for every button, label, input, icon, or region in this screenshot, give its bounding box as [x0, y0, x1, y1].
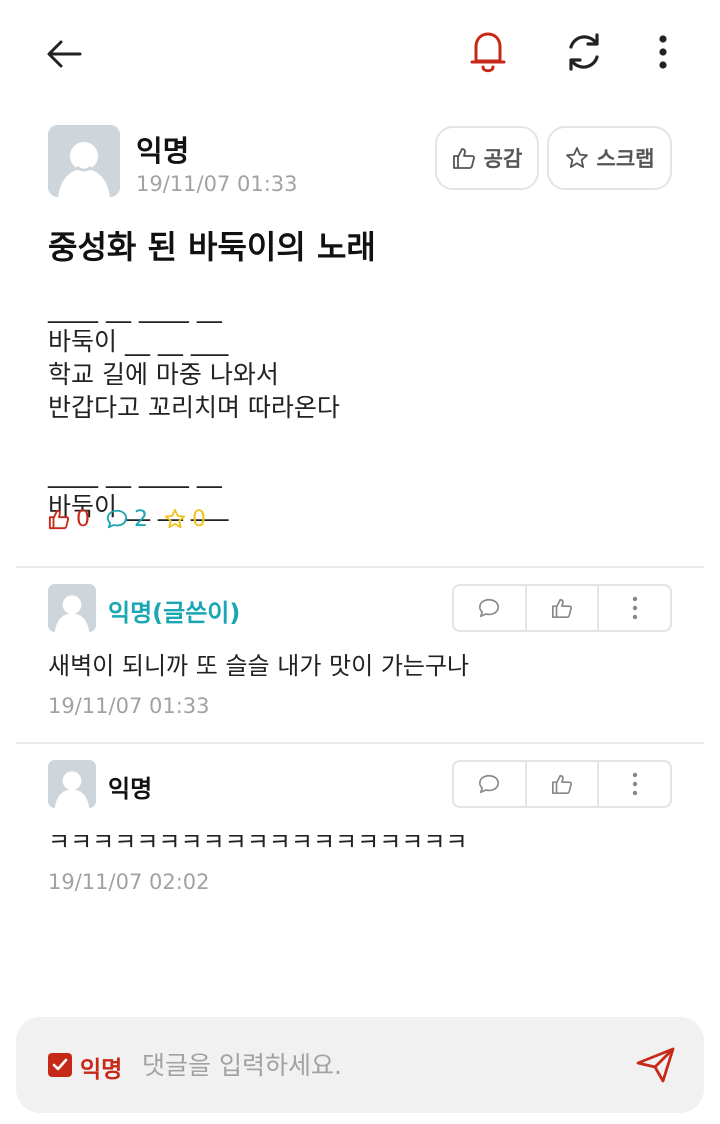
scrap-count-value: 0	[192, 506, 206, 532]
comment-text: ㅋㅋㅋㅋㅋㅋㅋㅋㅋㅋㅋㅋㅋㅋㅋㅋㅋㅋㅋ	[48, 828, 468, 856]
refresh-icon	[569, 33, 599, 71]
default-avatar-icon	[48, 125, 120, 197]
comment-avatar	[48, 760, 96, 808]
anonymous-checkbox[interactable]	[48, 1053, 72, 1077]
back-arrow-icon	[47, 40, 82, 68]
post-body-line: ____ __ ____ __	[48, 459, 222, 488]
post-body-line: ____ __ ____ __	[48, 294, 222, 323]
scrap-count: 0	[164, 507, 206, 532]
author-avatar	[48, 125, 120, 197]
divider	[16, 566, 704, 568]
post-body-line	[48, 424, 688, 457]
comment-actions	[452, 760, 672, 808]
comment-count-value: 2	[134, 506, 148, 532]
divider	[16, 742, 704, 744]
comment-composer: 익명	[16, 1017, 704, 1113]
star-icon	[164, 508, 186, 529]
comment-actions	[452, 584, 672, 632]
comment-bubble-icon	[106, 509, 128, 529]
comment-author-name: 익명(글쓴이)	[108, 599, 241, 627]
reply-button[interactable]	[454, 762, 527, 806]
like-count: 0	[48, 507, 90, 532]
thumbs-up-icon	[48, 509, 70, 530]
send-icon	[636, 1047, 675, 1083]
refresh-button[interactable]	[554, 22, 614, 82]
bell-icon	[470, 32, 506, 73]
scrap-button[interactable]: 스크랩	[547, 126, 672, 190]
comment-avatar	[48, 584, 96, 632]
comment-count: 2	[106, 507, 148, 532]
top-toolbar	[0, 0, 720, 104]
more-options-button[interactable]	[640, 22, 686, 82]
more-vertical-icon	[659, 35, 667, 69]
thumbs-up-icon	[452, 148, 475, 169]
like-button-label: 공감	[483, 147, 523, 171]
comment-text: 새벽이 되니까 또 슬슬 내가 맛이 가는구나	[48, 652, 470, 680]
thumbs-up-icon	[552, 774, 572, 794]
post-body-line: 반갑다고 꼬리치며 따라온다	[48, 393, 340, 422]
post-title: 중성화 된 바둑이의 노래	[48, 228, 376, 266]
anonymous-label[interactable]: 익명	[80, 1050, 122, 1084]
default-avatar-icon	[48, 760, 96, 808]
post-body: ____ __ ____ __ 바둑이 __ __ ___ 학교 길에 마중 나…	[48, 292, 688, 523]
like-count-value: 0	[76, 506, 90, 532]
comment-like-button[interactable]	[527, 762, 600, 806]
more-vertical-icon	[632, 772, 637, 796]
comment-timestamp: 19/11/07 02:02	[48, 870, 210, 894]
comment-bubble-icon	[479, 774, 500, 794]
reply-button[interactable]	[454, 586, 527, 630]
scrap-button-label: 스크랩	[596, 147, 655, 171]
star-icon	[565, 147, 588, 168]
article-page: 익명 19/11/07 01:33 공감 스크랩 중성화 된 바둑이의 노래 _…	[0, 0, 720, 1124]
comment-timestamp: 19/11/07 01:33	[48, 694, 210, 718]
comment-like-button[interactable]	[527, 586, 600, 630]
send-button[interactable]	[630, 1041, 682, 1089]
like-button[interactable]: 공감	[435, 126, 539, 190]
comment-bubble-icon	[479, 598, 500, 618]
comment-input[interactable]	[142, 1043, 612, 1087]
post-timestamp: 19/11/07 01:33	[136, 172, 298, 196]
back-button[interactable]	[36, 26, 92, 82]
notification-button[interactable]	[458, 22, 518, 82]
post-stats: 0 2 0	[48, 504, 222, 534]
comment-more-button[interactable]	[599, 586, 670, 630]
comment-more-button[interactable]	[599, 762, 670, 806]
thumbs-up-icon	[552, 598, 572, 618]
post-author-name: 익명	[136, 134, 190, 168]
checkmark-icon	[52, 1058, 68, 1071]
more-vertical-icon	[632, 596, 637, 620]
post-body-line: 바둑이 __ __ ___	[48, 327, 229, 356]
default-avatar-icon	[48, 584, 96, 632]
comment-author-name: 익명	[108, 775, 153, 803]
post-body-line: 학교 길에 마중 나와서	[48, 360, 279, 389]
